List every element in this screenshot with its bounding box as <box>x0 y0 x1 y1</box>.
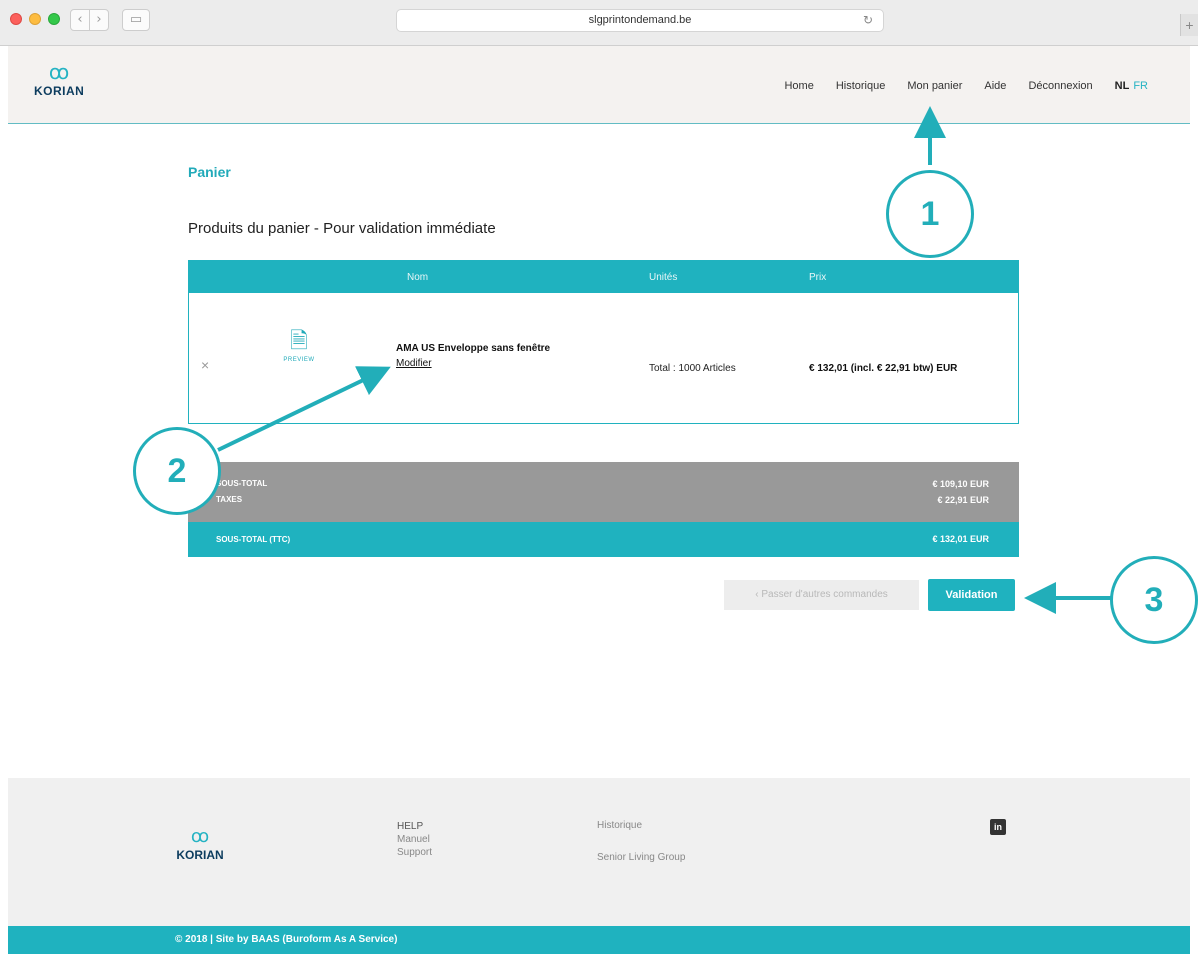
column-header-nom: Nom <box>407 272 429 283</box>
reload-icon[interactable]: ↻ <box>863 10 873 31</box>
footer-link-senior-living[interactable]: Senior Living Group <box>597 852 685 863</box>
footer-logo-text: KORIAN <box>176 848 224 862</box>
table-row: × 🗎 PREVIEW AMA US Enveloppe sans fenêtr… <box>189 293 1018 423</box>
product-price: € 132,01 (incl. € 22,91 btw) EUR <box>809 363 958 374</box>
url-text: slgprintondemand.be <box>588 14 692 26</box>
document-preview-icon: 🗎 <box>290 329 308 354</box>
nav-deconnexion[interactable]: Déconnexion <box>1028 80 1092 92</box>
totals-panel: SOUS-TOTAL € 109,10 EUR TAXES € 22,91 EU… <box>188 462 1019 557</box>
footer-help-column: HELP Manuel Support <box>397 820 432 859</box>
taxes-label: TAXES <box>216 495 243 504</box>
maximize-window-button[interactable] <box>48 13 60 25</box>
logo-text: KORIAN <box>34 84 85 98</box>
total-ttc-value: € 132,01 EUR <box>932 534 989 544</box>
subtotal-label: SOUS-TOTAL <box>216 479 268 488</box>
close-window-button[interactable] <box>10 13 22 25</box>
sidebar-toggle-icon[interactable]: ▭ <box>122 9 150 31</box>
cart-table-header: Nom Unités Prix <box>189 261 1018 293</box>
butterfly-logo-icon: ꝏ <box>48 60 70 84</box>
top-navigation: Home Historique Mon panier Aide Déconnex… <box>762 80 1148 92</box>
korian-logo[interactable]: ꝏ KORIAN <box>34 62 84 98</box>
preview-button[interactable]: 🗎 PREVIEW <box>283 329 315 364</box>
footer-link-support[interactable]: Support <box>397 846 432 859</box>
footer-link-historique[interactable]: Historique <box>597 820 642 831</box>
section-title: Produits du panier - Pour validation imm… <box>188 220 496 237</box>
modify-link[interactable]: Modifier <box>396 358 432 369</box>
nav-aide[interactable]: Aide <box>984 80 1006 92</box>
totals-ttc-block: SOUS-TOTAL (TTC) € 132,01 EUR <box>188 522 1019 557</box>
annotation-circle-3: 3 <box>1110 556 1198 644</box>
total-ttc-label: SOUS-TOTAL (TTC) <box>216 535 291 544</box>
preview-label: PREVIEW <box>283 357 315 363</box>
column-header-prix: Prix <box>809 272 827 283</box>
totals-subtotal-block: SOUS-TOTAL € 109,10 EUR TAXES € 22,91 EU… <box>188 462 1019 522</box>
annotation-circle-2: 2 <box>133 427 221 515</box>
taxes-value: € 22,91 EUR <box>937 495 989 505</box>
browser-chrome: ‹ › ▭ slgprintondemand.be ↻ + <box>0 0 1198 46</box>
copyright-bar: © 2018 | Site by BAAS (Buroform As A Ser… <box>8 926 1190 954</box>
page-title: Panier <box>188 164 231 180</box>
product-units: Total : 1000 Articles <box>649 363 736 374</box>
product-name: AMA US Enveloppe sans fenêtre <box>396 343 551 354</box>
browser-forward-button[interactable]: › <box>89 9 109 31</box>
other-orders-button[interactable]: ‹ Passer d'autres commandes <box>724 580 919 610</box>
validation-button[interactable]: Validation <box>928 579 1015 611</box>
remove-item-icon[interactable]: × <box>201 357 209 373</box>
new-tab-button[interactable]: + <box>1180 14 1198 36</box>
site-footer: ꝏ KORIAN HELP Manuel Support Historique … <box>8 778 1190 926</box>
subtotal-value: € 109,10 EUR <box>932 479 989 489</box>
footer-help-heading: HELP <box>397 821 424 832</box>
nav-historique[interactable]: Historique <box>836 80 886 92</box>
nav-mon-panier[interactable]: Mon panier <box>907 80 962 92</box>
lang-fr[interactable]: FR <box>1133 80 1148 92</box>
footer-link-manuel[interactable]: Manuel <box>397 833 432 846</box>
site-header: ꝏ KORIAN Home Historique Mon panier Aide… <box>8 46 1190 124</box>
linkedin-icon[interactable]: in <box>990 819 1006 835</box>
annotation-circle-1: 1 <box>886 170 974 258</box>
lang-nl[interactable]: NL <box>1115 80 1130 92</box>
nav-home[interactable]: Home <box>784 80 813 92</box>
browser-back-button[interactable]: ‹ <box>70 9 90 31</box>
minimize-window-button[interactable] <box>29 13 41 25</box>
footer-butterfly-logo-icon: ꝏ <box>190 826 210 847</box>
column-header-unites: Unités <box>649 272 678 283</box>
cart-table: Nom Unités Prix × 🗎 PREVIEW AMA US Envel… <box>188 260 1019 424</box>
footer-logo[interactable]: ꝏ KORIAN <box>175 826 225 863</box>
address-bar[interactable]: slgprintondemand.be ↻ <box>396 9 884 32</box>
